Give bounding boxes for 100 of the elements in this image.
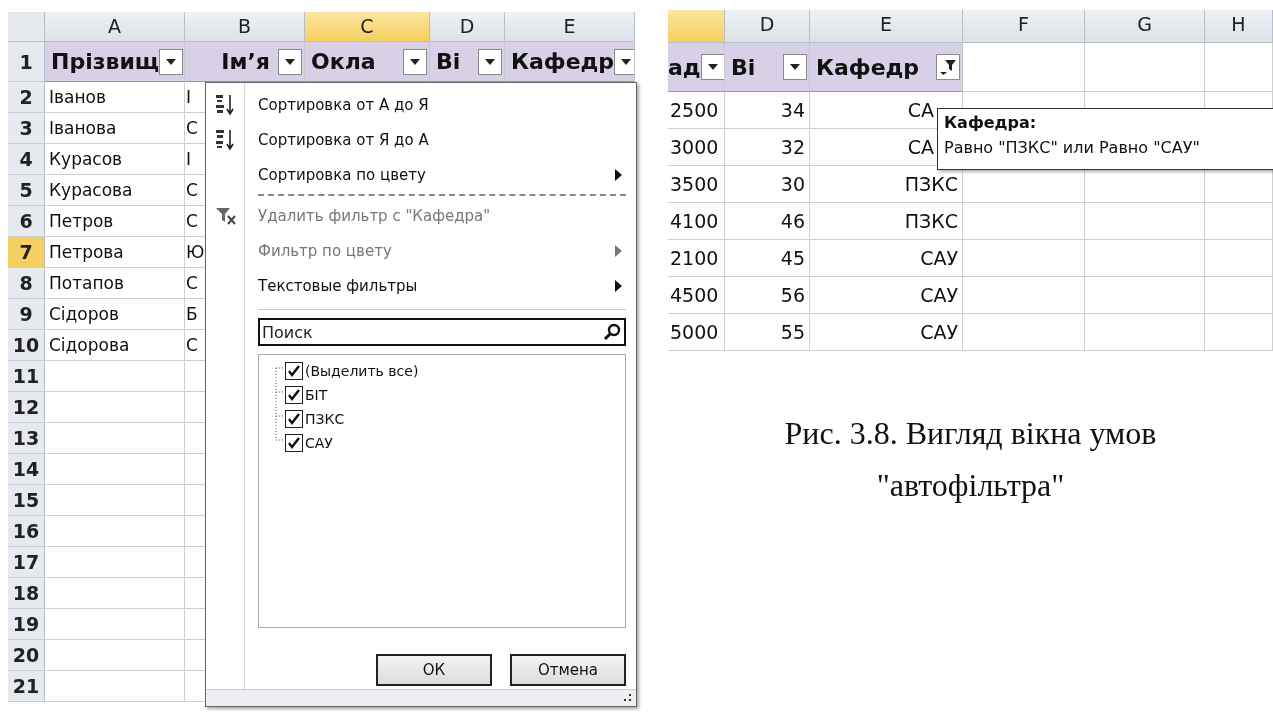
empty-cell — [1205, 314, 1273, 351]
filter-dropdown-button[interactable] — [478, 48, 502, 75]
table-cell: 2500 — [668, 92, 725, 129]
table-cell: Іванова — [45, 113, 185, 144]
checkmark-icon — [286, 435, 302, 451]
table-cell: Потапов — [45, 268, 185, 299]
checkbox[interactable] — [285, 386, 303, 404]
caret-icon — [410, 58, 420, 65]
column-header[interactable]: D — [430, 12, 505, 42]
checkbox-label[interactable]: САУ — [305, 435, 333, 451]
caret-icon — [166, 58, 177, 65]
row-number[interactable]: 6 — [8, 206, 45, 237]
table-cell: 32 — [725, 129, 810, 166]
row-number[interactable]: 17 — [8, 547, 45, 578]
filter-dropdown-button[interactable] — [700, 54, 724, 80]
row-number[interactable]: 14 — [8, 454, 45, 485]
caret-icon — [790, 64, 800, 70]
row-number[interactable]: 10 — [8, 330, 45, 361]
table-cell: Петрова — [45, 237, 185, 268]
table-cell: 2100 — [668, 240, 725, 277]
row-number[interactable]: 12 — [8, 392, 45, 423]
table-cell: 3500 — [668, 166, 725, 203]
cancel-button[interactable]: Отмена — [510, 654, 626, 686]
row-number[interactable]: 20 — [8, 640, 45, 671]
caret-icon — [621, 58, 632, 65]
row-number[interactable]: 15 — [8, 485, 45, 516]
table-cell: САУ — [810, 314, 963, 351]
table-cell: 56 — [725, 277, 810, 314]
filter-dropdown-button[interactable] — [278, 48, 302, 75]
column-header[interactable]: A — [45, 12, 185, 42]
row-number[interactable]: 7 — [8, 237, 45, 268]
caret-icon — [285, 58, 295, 65]
table-cell: Петров — [45, 206, 185, 237]
search-icon — [603, 323, 621, 341]
tooltip-title: Кафедра: — [944, 113, 1038, 132]
checkbox[interactable] — [285, 410, 303, 428]
checkbox-label[interactable]: БІТ — [305, 387, 328, 403]
header-text: ад — [668, 54, 701, 80]
row-number[interactable]: 13 — [8, 423, 45, 454]
filter-dropdown-button[interactable] — [783, 54, 807, 80]
row-number[interactable]: 5 — [8, 175, 45, 206]
column-header[interactable]: G — [1085, 10, 1205, 43]
checkbox-label[interactable]: ПЗКС — [305, 411, 345, 427]
empty-cell — [1205, 203, 1273, 240]
checkmark-icon — [286, 363, 302, 379]
table-cell: САУ — [810, 277, 963, 314]
search-field[interactable]: Поиск — [258, 318, 626, 346]
table-cell: 45 — [725, 240, 810, 277]
row-number[interactable]: 3 — [8, 113, 45, 144]
row-number[interactable]: 2 — [8, 82, 45, 113]
table-cell: ПЗКС — [810, 203, 963, 240]
filter-dropdown-button[interactable] — [159, 48, 184, 75]
column-header[interactable]: D — [725, 10, 810, 43]
empty-cell — [1205, 277, 1273, 314]
column-header[interactable]: B — [185, 12, 305, 42]
table-cell: 55 — [725, 314, 810, 351]
row-number[interactable]: 8 — [8, 268, 45, 299]
filter-dropdown-button[interactable] — [403, 48, 427, 75]
checkbox[interactable] — [285, 362, 303, 380]
table-cell: 4500 — [668, 277, 725, 314]
table-cell: 4100 — [668, 203, 725, 240]
table-cell: Курасов — [45, 144, 185, 175]
ok-button[interactable]: ОК — [376, 654, 492, 686]
clear-filter-icon — [214, 205, 237, 226]
header-text: Ім’я — [221, 49, 270, 74]
row-number[interactable]: 16 — [8, 516, 45, 547]
table-cell: 46 — [725, 203, 810, 240]
checkbox[interactable] — [285, 434, 303, 452]
column-header[interactable]: H — [1205, 10, 1273, 43]
row-number[interactable]: 19 — [8, 609, 45, 640]
header-text: Прізвищ — [51, 49, 160, 74]
table-cell: Сідорова — [45, 330, 185, 361]
column-header[interactable]: E — [810, 10, 963, 43]
caret-icon — [485, 58, 495, 65]
table-cell: 3000 — [668, 129, 725, 166]
column-header[interactable]: C — [305, 12, 430, 42]
header-text: Кафедр — [816, 54, 920, 80]
row-number[interactable]: 9 — [8, 299, 45, 330]
filter-dropdown-button[interactable] — [936, 54, 960, 80]
table-cell: 34 — [725, 92, 810, 129]
header-text: Кафедр — [511, 49, 615, 74]
header-text: Окла — [311, 49, 376, 74]
checkmark-icon — [286, 387, 302, 403]
table-cell: 5000 — [668, 314, 725, 351]
caret-icon — [707, 64, 718, 70]
table-cell: 30 — [725, 166, 810, 203]
sort-descending-icon — [214, 128, 237, 151]
filter-icon — [940, 59, 956, 75]
checkmark-icon — [286, 411, 302, 427]
row-number[interactable]: 11 — [8, 361, 45, 392]
row-number[interactable]: 1 — [8, 42, 45, 82]
sort-ascending-icon — [214, 93, 237, 116]
row-number[interactable]: 18 — [8, 578, 45, 609]
row-number[interactable]: 21 — [8, 671, 45, 702]
column-header[interactable]: F — [963, 10, 1085, 43]
table-cell: Курасова — [45, 175, 185, 206]
column-header[interactable]: E — [505, 12, 635, 42]
filter-dropdown-button[interactable] — [614, 48, 634, 75]
checkbox-label[interactable]: (Выделить все) — [305, 363, 419, 379]
row-number[interactable]: 4 — [8, 144, 45, 175]
